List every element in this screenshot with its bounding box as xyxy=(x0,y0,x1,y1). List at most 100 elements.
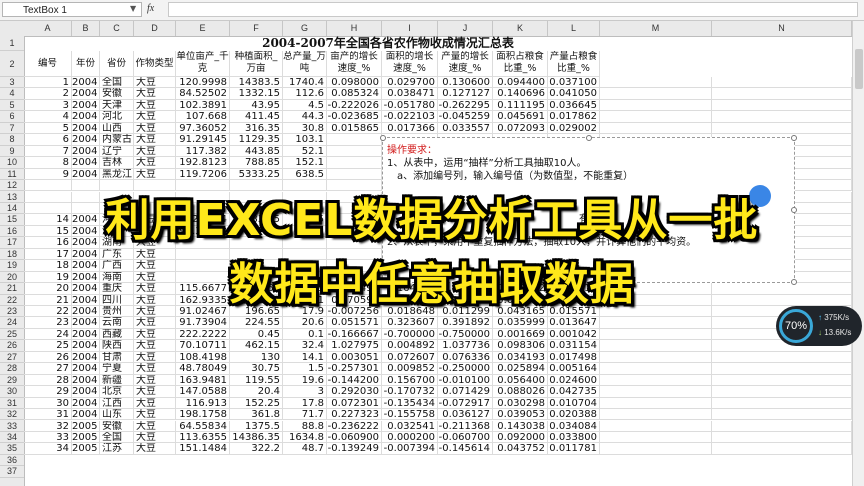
table-cell[interactable]: 70.10711 xyxy=(176,340,230,352)
table-cell[interactable]: 0.072093 xyxy=(493,122,548,135)
table-cell[interactable]: -0.155758 xyxy=(382,409,438,421)
table-cell[interactable] xyxy=(600,443,712,455)
column-header-L[interactable]: L xyxy=(548,21,600,36)
table-cell[interactable]: 宁夏 xyxy=(100,363,134,375)
table-cell[interactable]: 64.55834 xyxy=(176,420,230,432)
table-cell[interactable]: 黑龙江 xyxy=(100,168,134,181)
row-header-26[interactable]: 26 xyxy=(0,340,24,352)
table-cell[interactable]: 1740.4 xyxy=(283,77,327,89)
table-cell[interactable]: 2004 xyxy=(72,134,100,146)
table-cell[interactable]: 0.037100 xyxy=(548,77,600,89)
table-cell[interactable]: 24 xyxy=(24,328,72,341)
table-cell[interactable]: -0.072917 xyxy=(438,397,493,410)
table-cell[interactable]: 0.035999 xyxy=(493,317,548,329)
table-cell[interactable]: 0.000200 xyxy=(382,431,438,444)
resize-handle[interactable] xyxy=(586,135,592,141)
row-header-25[interactable]: 25 xyxy=(0,329,24,341)
row-header-1[interactable]: 1 xyxy=(0,36,24,51)
network-speed-widget[interactable]: 70% ↑ 375K/s ↓ 13.6K/s xyxy=(776,306,862,346)
row-header-8[interactable]: 8 xyxy=(0,134,24,146)
table-cell[interactable]: 108.4198 xyxy=(176,351,230,364)
table-cell[interactable]: 大豆 xyxy=(134,431,176,444)
table-cell[interactable] xyxy=(712,420,852,432)
row-header-34[interactable]: 34 xyxy=(0,432,24,444)
table-cell[interactable] xyxy=(600,374,712,387)
name-box-dropdown-icon[interactable]: ▼ xyxy=(130,4,136,13)
table-cell[interactable]: 116.913 xyxy=(176,397,230,410)
table-cell[interactable]: 0.098306 xyxy=(493,340,548,352)
table-cell[interactable]: 71.7 xyxy=(283,409,327,421)
table-cell[interactable] xyxy=(327,168,382,181)
table-cell[interactable]: 19.6 xyxy=(283,374,327,387)
table-cell[interactable]: 0.004892 xyxy=(382,340,438,352)
table-cell[interactable]: 152.25 xyxy=(230,397,283,410)
row-header-27[interactable]: 27 xyxy=(0,352,24,364)
table-cell[interactable] xyxy=(327,134,382,146)
table-cell[interactable]: 117.382 xyxy=(176,145,230,158)
table-cell[interactable]: 0.031154 xyxy=(548,340,600,352)
column-title[interactable]: 编号 xyxy=(24,51,72,77)
table-cell[interactable] xyxy=(712,397,852,410)
column-header-D[interactable]: D xyxy=(134,21,176,36)
row-header-9[interactable]: 9 xyxy=(0,146,24,158)
table-cell[interactable]: -0.023685 xyxy=(327,111,382,123)
table-cell[interactable] xyxy=(600,328,712,341)
table-cell[interactable]: 2004 xyxy=(72,122,100,135)
table-cell[interactable]: 4 xyxy=(24,111,72,123)
table-cell[interactable]: 0.127127 xyxy=(438,88,493,100)
table-cell[interactable]: 119.7206 xyxy=(176,168,230,181)
column-header-A[interactable]: A xyxy=(24,21,72,36)
table-cell[interactable]: 163.9481 xyxy=(176,374,230,387)
table-cell[interactable]: 0.039053 xyxy=(493,409,548,421)
table-cell[interactable]: 48.7 xyxy=(283,443,327,455)
column-header-J[interactable]: J xyxy=(438,21,493,36)
table-cell[interactable]: 4.5 xyxy=(283,99,327,112)
fx-icon[interactable]: fx xyxy=(147,3,154,14)
table-cell[interactable]: 788.85 xyxy=(230,157,283,169)
table-cell[interactable]: 0.033800 xyxy=(548,431,600,444)
table-cell[interactable] xyxy=(712,88,852,100)
table-cell[interactable]: 新疆 xyxy=(100,374,134,387)
table-cell[interactable]: 26 xyxy=(24,351,72,364)
table-cell[interactable] xyxy=(327,145,382,158)
column-title[interactable]: 种植面积_万亩 xyxy=(230,51,283,77)
row-header-35[interactable]: 35 xyxy=(0,443,24,455)
table-cell[interactable]: 33 xyxy=(24,431,72,444)
table-cell[interactable]: 14383.5 xyxy=(230,77,283,89)
table-cell[interactable]: 30.8 xyxy=(283,122,327,135)
table-cell[interactable]: 316.35 xyxy=(230,122,283,135)
table-cell[interactable]: 0.015865 xyxy=(327,122,382,135)
table-cell[interactable]: 全国 xyxy=(100,77,134,89)
table-cell[interactable]: 0.088026 xyxy=(493,386,548,398)
row-header-32[interactable]: 32 xyxy=(0,409,24,421)
table-cell[interactable]: 0.010704 xyxy=(548,397,600,410)
table-cell[interactable]: 内蒙古 xyxy=(100,134,134,146)
table-cell[interactable]: 甘肃 xyxy=(100,351,134,364)
table-cell[interactable]: 6 xyxy=(24,134,72,146)
table-cell[interactable]: 2004 xyxy=(72,145,100,158)
table-cell[interactable]: 130 xyxy=(230,351,283,364)
table-cell[interactable]: 1375.5 xyxy=(230,420,283,432)
table-cell[interactable]: 大豆 xyxy=(134,420,176,432)
table-cell[interactable]: 0.001669 xyxy=(493,328,548,341)
table-cell[interactable]: 2 xyxy=(24,88,72,100)
table-cell[interactable]: 443.85 xyxy=(230,145,283,158)
table-cell[interactable]: 安徽 xyxy=(100,420,134,432)
table-cell[interactable]: 大豆 xyxy=(134,409,176,421)
table-cell[interactable]: 0.092000 xyxy=(493,431,548,444)
table-cell[interactable]: 29 xyxy=(24,386,72,398)
table-cell[interactable]: 0.098000 xyxy=(327,77,382,89)
row-header-36[interactable]: 36 xyxy=(0,455,24,467)
table-cell[interactable]: 吉林 xyxy=(100,157,134,169)
column-title[interactable]: 作物类型 xyxy=(134,51,176,77)
row-header-29[interactable]: 29 xyxy=(0,375,24,387)
table-cell[interactable] xyxy=(712,386,852,398)
table-cell[interactable]: 1332.15 xyxy=(230,88,283,100)
row-header-5[interactable]: 5 xyxy=(0,100,24,112)
table-cell[interactable]: 0.036127 xyxy=(438,409,493,421)
table-cell[interactable]: 大豆 xyxy=(134,99,176,112)
table-cell[interactable]: 大豆 xyxy=(134,168,176,181)
table-cell[interactable]: 0.011781 xyxy=(548,443,600,455)
table-cell[interactable]: 84.52502 xyxy=(176,88,230,100)
row-header-2[interactable]: 2 xyxy=(0,51,24,77)
